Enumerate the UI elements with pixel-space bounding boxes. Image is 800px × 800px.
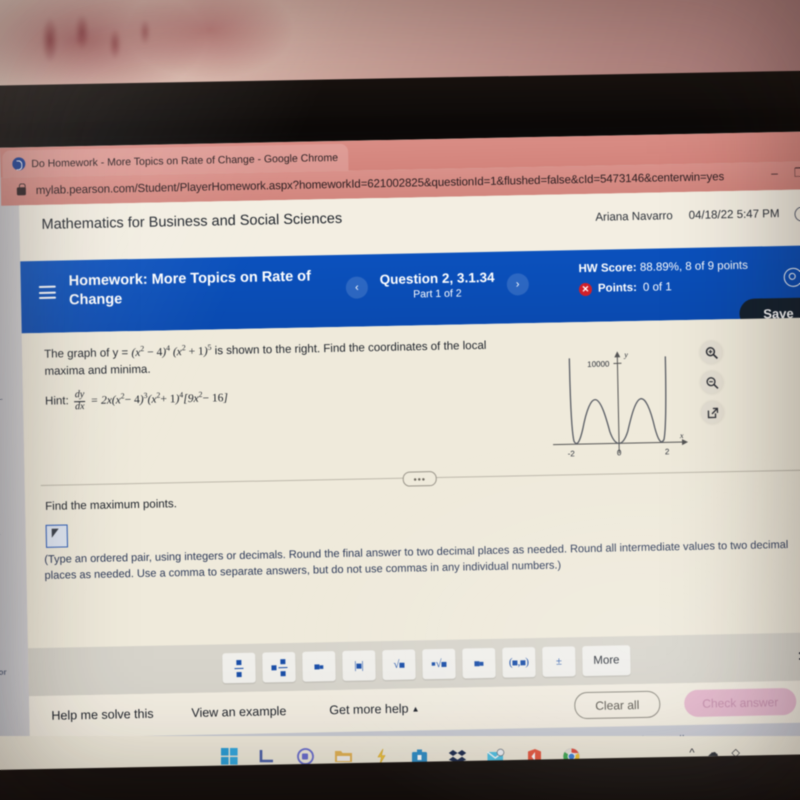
eq-base1-exp: 2: [140, 343, 145, 353]
clear-all-button[interactable]: Clear all: [574, 690, 661, 720]
bg-fragment: AL: [0, 392, 3, 402]
plus-minus-button[interactable]: ±: [542, 646, 576, 677]
svg-text:y: y: [623, 350, 628, 359]
open-in-new-window-icon[interactable]: [701, 401, 724, 424]
browser-tab-title: Do Homework - More Topics on Rate of Cha…: [31, 151, 339, 170]
hint-equation: dy dx = 2x(x2− 4)3(x2+ 1)4[9x2− 16]: [73, 389, 229, 412]
mixed-number-button[interactable]: [262, 651, 296, 683]
question-equation: (x2 − 4)4 (x2 + 1)5: [131, 342, 212, 359]
chat-icon[interactable]: [296, 747, 315, 766]
hint-coef: 2x: [100, 394, 112, 407]
error-x-icon: ✕: [578, 282, 593, 296]
laptop-photo: a si AL a or Do Homework - More Topics o…: [0, 0, 800, 800]
hw-score-value: 88.89%, 8 of 9 points: [639, 259, 749, 274]
eq-exp2: 5: [207, 342, 212, 352]
points-value: 0 of 1: [642, 280, 672, 294]
function-graph: -2 0 2 10000 y x: [547, 342, 689, 465]
eq-term2: + 1: [188, 345, 204, 358]
desk-pattern: [10, 2, 210, 82]
timestamp: 04/18/22 5:47 PM: [688, 208, 780, 222]
svg-text:2: 2: [665, 447, 670, 456]
pearson-page: Mathematics for Business and Social Scie…: [19, 189, 800, 774]
hint-g2-exp: 4: [179, 390, 184, 400]
view-example-link[interactable]: View an example: [191, 704, 286, 720]
ordered-pair-button[interactable]: (,): [502, 647, 536, 678]
points-label: Points:: [597, 281, 638, 295]
derivative-fraction: dy dx: [73, 389, 86, 412]
hw-score-row: HW Score: 88.89%, 8 of 9 points: [578, 259, 753, 278]
find-maximum-label: Find the maximum points.: [45, 498, 177, 513]
homework-title: Homework: More Topics on Rate of Change: [69, 267, 320, 310]
avatar[interactable]: [794, 206, 800, 222]
hint-g2-term: + 1: [160, 393, 176, 406]
question-part: Part 1 of 2: [413, 287, 462, 301]
get-more-help-label: Get more help: [329, 701, 409, 718]
hint-g1-exp: 3: [143, 390, 148, 400]
answer-instruction: (Type an ordered pair, using integers or…: [44, 538, 789, 582]
score-panel: HW Score: 88.89%, 8 of 9 points ✕ Points…: [578, 259, 754, 298]
answer-input[interactable]: [45, 524, 69, 548]
student-name: Ariana Navarro: [595, 210, 673, 224]
minimize-button[interactable]: –: [771, 166, 778, 180]
prompt-lead: The graph of y =: [44, 347, 129, 361]
next-question-button[interactable]: ›: [506, 272, 529, 296]
fraction-button[interactable]: [222, 652, 256, 684]
lock-icon: [16, 187, 26, 196]
question-navigation: ‹ Question 2, 3.1.34 Part 1 of 2 ›: [345, 269, 529, 302]
hw-score-label: HW Score:: [578, 261, 637, 276]
hint-label: Hint:: [44, 395, 69, 408]
hint-bracket-tail: − 16: [202, 392, 224, 405]
previous-question-button[interactable]: ‹: [345, 275, 369, 299]
course-title: Mathematics for Business and Social Scie…: [41, 210, 343, 233]
question-indicator: Question 2, 3.1.34 Part 1 of 2: [380, 270, 495, 301]
svg-text:-2: -2: [568, 449, 576, 458]
window-controls: – ❐: [771, 166, 800, 181]
hint-bracket: 9x: [187, 392, 199, 405]
help-me-solve-link[interactable]: Help me solve this: [51, 707, 153, 723]
zoom-in-icon[interactable]: [700, 341, 723, 364]
svg-text:x: x: [679, 431, 684, 440]
subscript-button[interactable]: ■: [462, 647, 496, 679]
laptop-screen: a si AL a or Do Homework - More Topics o…: [0, 131, 800, 774]
hamburger-icon[interactable]: [38, 285, 57, 299]
points-row: ✕ Points: 0 of 1: [578, 278, 754, 297]
dx: dx: [74, 400, 85, 412]
caret-up-icon: ▲: [411, 704, 420, 714]
square-root-button[interactable]: √: [382, 649, 416, 681]
windows-start-icon[interactable]: [220, 747, 239, 766]
pearson-icon: [12, 157, 26, 171]
eq-exp1: 4: [165, 343, 171, 353]
user-info: Ariana Navarro 04/18/22 5:47 PM: [595, 208, 779, 224]
bg-fragment: or: [0, 667, 7, 677]
exponent-button[interactable]: ■: [302, 651, 336, 682]
question-body: The graph of y = (x2 − 4)4 (x2 + 1)5 is …: [21, 317, 800, 649]
question-number: Question 2, 3.1.34: [379, 269, 495, 288]
svg-text:10000: 10000: [587, 360, 610, 369]
collapse-toggle[interactable]: •••: [402, 471, 437, 487]
homework-label: Homework:: [68, 271, 148, 290]
absolute-value-button[interactable]: | |: [342, 650, 376, 681]
task-view-icon[interactable]: [258, 747, 277, 766]
zoom-out-icon[interactable]: [700, 371, 724, 394]
hint-line: Hint: dy dx = 2x(x2− 4)3(x2+ 1)4[9x2− 16…: [45, 387, 228, 413]
get-more-help-link[interactable]: Get more help ▲: [329, 701, 420, 718]
graph-tools: [700, 341, 724, 424]
maximize-button[interactable]: ❐: [794, 166, 800, 180]
graph-svg: -2 0 2 10000 y x: [553, 350, 689, 458]
svg-text:0: 0: [617, 448, 622, 457]
gear-icon[interactable]: [783, 267, 800, 288]
question-prompt: The graph of y = (x2 − 4)4 (x2 + 1)5 is …: [44, 336, 495, 380]
more-button[interactable]: More: [582, 645, 631, 677]
eq-base2-exp: 2: [181, 343, 186, 353]
nth-root-button[interactable]: ■ √: [422, 648, 456, 680]
hint-g1-term: − 4: [124, 393, 140, 407]
check-answer-button[interactable]: Check answer: [684, 687, 797, 718]
eq-term1: − 4: [147, 346, 163, 359]
